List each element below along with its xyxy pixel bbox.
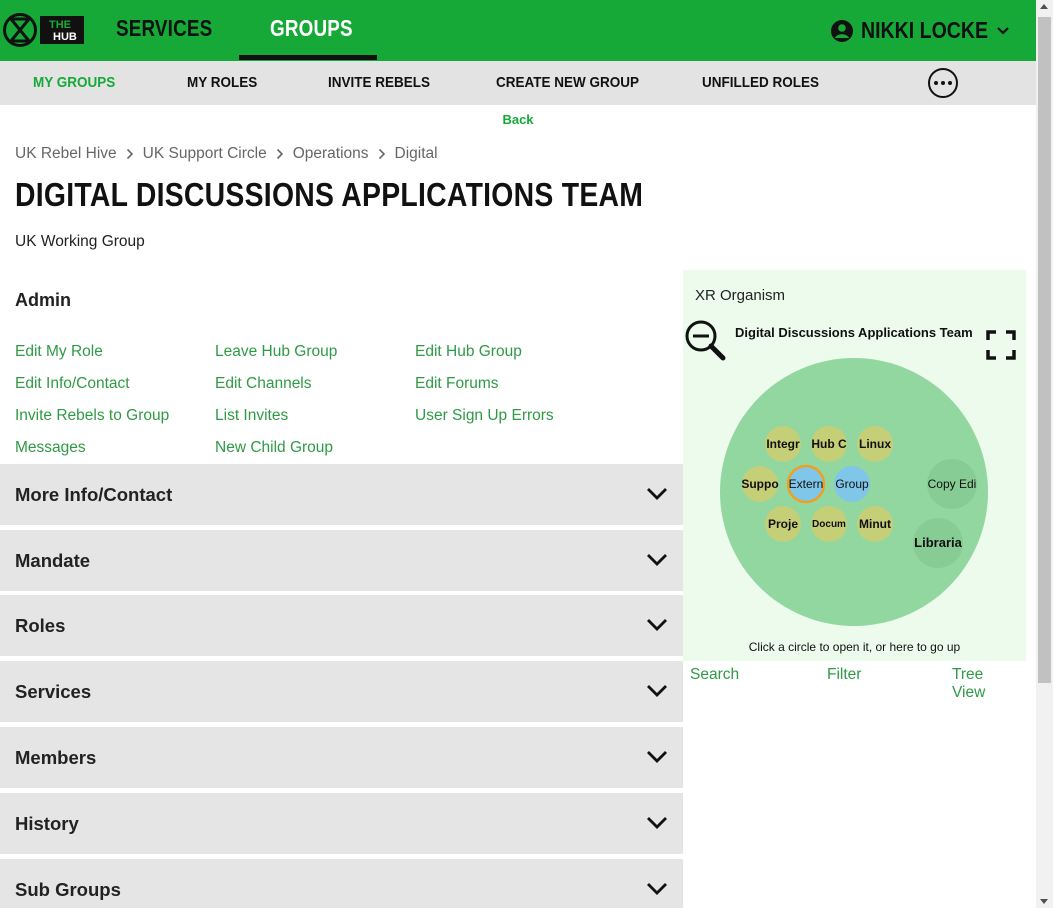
organism-hint[interactable]: Click a circle to open it, or here to go… xyxy=(683,640,1026,654)
top-bar: THE HUB SERVICES GROUPS NIKKI LOCKE xyxy=(0,0,1036,61)
section-title: Members xyxy=(15,747,97,768)
organism-search-link[interactable]: Search xyxy=(690,666,739,684)
admin-link-edit-channels[interactable]: Edit Channels xyxy=(215,375,312,393)
admin-link-edit-info-contact[interactable]: Edit Info/Contact xyxy=(15,375,130,393)
chevron-down-icon xyxy=(647,817,667,829)
circle-node[interactable]: Proje xyxy=(765,506,801,542)
user-menu[interactable]: NIKKI LOCKE xyxy=(830,0,1011,61)
user-name: NIKKI LOCKE xyxy=(860,17,988,43)
group-type: UK Working Group xyxy=(15,233,145,250)
scroll-down-arrow-icon[interactable] xyxy=(1040,899,1048,904)
section-sub-groups[interactable]: Sub Groups xyxy=(0,859,683,908)
circle-label: Libraria xyxy=(914,535,962,550)
chevron-right-icon xyxy=(126,148,133,160)
circle-label: Docum xyxy=(812,519,846,530)
hub-logo-icon[interactable]: THE HUB xyxy=(2,12,86,48)
page-scrollbar[interactable] xyxy=(1036,0,1053,908)
circle-label: Proje xyxy=(768,517,798,531)
scroll-thumb[interactable] xyxy=(1038,17,1051,683)
section-services[interactable]: Services xyxy=(0,661,683,722)
admin-link-user-sign-up-errors[interactable]: User Sign Up Errors xyxy=(415,407,554,425)
chevron-right-icon xyxy=(276,148,283,160)
chevron-down-icon xyxy=(647,685,667,697)
subnav-invite-rebels[interactable]: INVITE REBELS xyxy=(328,61,430,105)
circle-label: Group xyxy=(835,477,869,491)
section-title: Services xyxy=(15,681,92,702)
chevron-down-icon xyxy=(647,883,667,895)
admin-link-leave-hub-group[interactable]: Leave Hub Group xyxy=(215,343,337,361)
chevron-down-icon xyxy=(997,26,1009,35)
chevron-down-icon xyxy=(647,751,667,763)
section-title: Roles xyxy=(15,615,66,636)
breadcrumb-item[interactable]: UK Rebel Hive xyxy=(15,145,117,163)
circle-node[interactable]: Hub C xyxy=(811,426,847,462)
chevron-down-icon xyxy=(647,488,667,500)
organism-links: Search Filter Tree View xyxy=(690,666,1020,701)
chevron-down-icon xyxy=(647,619,667,631)
admin-link-messages[interactable]: Messages xyxy=(15,439,86,457)
page-title: DIGITAL DISCUSSIONS APPLICATIONS TEAM xyxy=(15,176,644,213)
admin-link-new-child-group[interactable]: New Child Group xyxy=(215,439,333,457)
circle-node[interactable]: Group xyxy=(834,466,870,502)
organism-circle-map[interactable]: Integr Hub C Linux Suppo Extern Group Pr… xyxy=(683,350,1026,630)
circle-node[interactable]: Docum xyxy=(811,506,847,542)
more-horizontal-icon[interactable] xyxy=(928,68,958,98)
circle-node[interactable]: Linux xyxy=(857,426,893,462)
section-title: Sub Groups xyxy=(15,879,121,900)
subnav-create-new-group[interactable]: CREATE NEW GROUP xyxy=(496,61,639,105)
nav-groups[interactable]: GROUPS xyxy=(270,0,353,61)
admin-heading: Admin xyxy=(15,290,71,310)
section-mandate[interactable]: Mandate xyxy=(0,530,683,591)
circle-label: Hub C xyxy=(811,437,847,451)
circle-node[interactable]: Libraria xyxy=(913,518,963,568)
organism-group-name: Digital Discussions Applications Team xyxy=(735,325,973,340)
section-more-info-contact[interactable]: More Info/Contact xyxy=(0,464,683,525)
organism-filter-link[interactable]: Filter xyxy=(827,666,861,684)
section-members[interactable]: Members xyxy=(0,727,683,788)
circle-label: Extern xyxy=(789,477,824,491)
circle-label: Suppo xyxy=(741,477,778,491)
admin-link-edit-my-role[interactable]: Edit My Role xyxy=(15,343,103,361)
organism-panel: XR Organism Digital Discussions Applicat… xyxy=(683,270,1026,661)
section-title: More Info/Contact xyxy=(15,484,173,505)
section-history[interactable]: History xyxy=(0,793,683,854)
user-avatar-icon xyxy=(830,19,853,42)
admin-link-invite-rebels[interactable]: Invite Rebels to Group xyxy=(15,407,169,425)
sub-nav: MY GROUPS MY ROLES INVITE REBELS CREATE … xyxy=(0,61,1036,105)
circle-label: Linux xyxy=(859,437,891,451)
breadcrumb-item[interactable]: Digital xyxy=(395,145,438,163)
admin-link-list-invites[interactable]: List Invites xyxy=(215,407,288,425)
chevron-right-icon xyxy=(378,148,385,160)
circle-node[interactable]: Integr xyxy=(765,426,801,462)
active-nav-underline xyxy=(239,55,377,60)
subnav-unfilled-roles[interactable]: UNFILLED ROLES xyxy=(702,61,819,105)
admin-link-edit-forums[interactable]: Edit Forums xyxy=(415,375,499,393)
logo-text: THE xyxy=(49,19,71,31)
subnav-my-groups[interactable]: MY GROUPS xyxy=(33,61,115,105)
breadcrumb: UK Rebel Hive UK Support Circle Operatio… xyxy=(15,145,438,163)
svg-text:HUB: HUB xyxy=(53,31,77,43)
organism-tree-view-link[interactable]: Tree View xyxy=(952,666,1020,702)
subnav-my-roles[interactable]: MY ROLES xyxy=(187,61,257,105)
admin-link-edit-hub-group[interactable]: Edit Hub Group xyxy=(415,343,522,361)
circle-label: Minut xyxy=(859,517,891,531)
section-title: History xyxy=(15,813,79,834)
scroll-up-arrow-icon[interactable] xyxy=(1040,4,1048,9)
circle-node[interactable]: Copy Edi xyxy=(927,459,977,509)
back-link[interactable]: Back xyxy=(0,112,1036,127)
organism-title: XR Organism xyxy=(695,287,786,304)
circle-label: Integr xyxy=(766,437,800,451)
breadcrumb-item[interactable]: Operations xyxy=(293,145,369,163)
breadcrumb-item[interactable]: UK Support Circle xyxy=(143,145,267,163)
circle-label: Copy Edi xyxy=(928,477,977,491)
chevron-down-icon xyxy=(647,554,667,566)
nav-services[interactable]: SERVICES xyxy=(116,0,212,61)
circle-node-selected[interactable]: Extern xyxy=(786,464,826,504)
circle-node[interactable]: Minut xyxy=(857,506,893,542)
section-title: Mandate xyxy=(15,550,91,571)
section-roles[interactable]: Roles xyxy=(0,595,683,656)
